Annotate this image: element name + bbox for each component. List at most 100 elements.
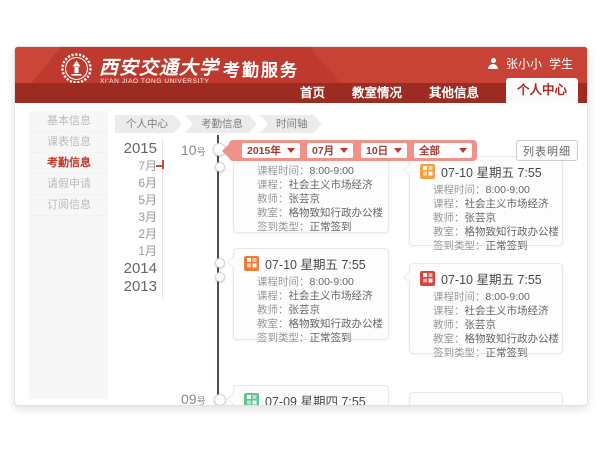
card-date: 07-10 星期五 7:55: [265, 254, 366, 273]
app-window: 西安交通大学 XI'AN JIAO TONG UNIVERSITY 考勤服务 张…: [14, 46, 588, 406]
card-row-value: 8:00-9:00: [310, 276, 354, 288]
card-row-label: 教室：: [257, 207, 289, 219]
breadcrumb: 个人中心考勤信息时间轴: [115, 115, 325, 133]
timeline-line: [217, 135, 219, 405]
card-row-value: 张芸京: [289, 193, 321, 205]
nav-item-个人中心[interactable]: 个人中心: [506, 78, 578, 103]
card-row: 课程：社会主义市场经济: [257, 178, 378, 192]
attendance-card: 课程时间：8:00-9:00课程：社会主义市场经济教师：张芸京教室：格物致知行政…: [233, 151, 389, 233]
card-row: 签到类型：正常签到: [433, 346, 552, 360]
breadcrumb-item-时间轴[interactable]: 时间轴: [260, 115, 322, 133]
card-row: 教师：张芸京: [257, 303, 378, 317]
sidebar-item-课表信息[interactable]: 课表信息: [29, 132, 108, 153]
breadcrumb-item-个人中心[interactable]: 个人中心: [115, 115, 182, 133]
card-row-value: 格物致知行政办公楼: [465, 226, 560, 238]
card-row: 签到类型：正常签到: [257, 220, 378, 234]
card-row-label: 课程时间：: [257, 276, 310, 288]
timeline-nav-7月[interactable]: 7月: [107, 158, 157, 175]
card-row: 教室：格物致知行政办公楼: [433, 332, 552, 346]
card-row: 教室：格物致知行政办公楼: [433, 225, 552, 239]
filter-bar: 2015年 07月 10日 全部: [229, 140, 477, 161]
card-row-label: 签到类型：: [433, 240, 486, 252]
card-row-value: 格物致知行政办公楼: [289, 207, 384, 219]
card-pointer: [404, 164, 411, 176]
nav-item-其他信息[interactable]: 其他信息: [429, 83, 479, 103]
sidebar-item-基本信息[interactable]: 基本信息: [29, 111, 108, 132]
main-nav: 首页教室情况其他信息个人中心: [15, 83, 587, 103]
card-row: 课程时间：8:00-9:00: [257, 275, 378, 289]
card-row-value: 张芸京: [289, 304, 321, 316]
card-row-label: 课程：: [257, 179, 289, 191]
card-rows: 课程时间：8:00-9:00课程：社会主义市场经济教师：张芸京教室：格物致知行政…: [420, 181, 552, 253]
status-red-icon: [420, 271, 435, 286]
card-row: 课程时间：8:00-9:00: [433, 183, 552, 197]
card-row: 教师：张芸京: [433, 318, 552, 332]
type-select[interactable]: 全部: [414, 143, 472, 158]
timeline-day-label-bottom: 09号: [181, 391, 206, 406]
timeline-node-icon: [215, 258, 225, 268]
timeline-nav-2013[interactable]: 2013: [107, 278, 157, 296]
card-pointer: [228, 256, 235, 268]
timeline-nav-1月[interactable]: 1月: [107, 243, 157, 260]
timeline-nav-3月[interactable]: 3月: [107, 209, 157, 226]
card-row-value: 8:00-9:00: [486, 184, 530, 196]
card-row-value: 正常签到: [486, 240, 528, 252]
sidebar-item-请假申请[interactable]: 请假申请: [29, 174, 108, 195]
card-row-value: 社会主义市场经济: [289, 290, 373, 302]
card-date: 07-10 星期五 7:55: [441, 162, 542, 181]
day-select[interactable]: 10日: [361, 143, 407, 158]
timeline-node-icon: [215, 272, 225, 282]
card-row-label: 教师：: [433, 319, 465, 331]
sidebar-item-订阅信息[interactable]: 订阅信息: [29, 195, 108, 216]
sidebar-item-考勤信息[interactable]: 考勤信息: [29, 153, 108, 174]
nav-item-首页[interactable]: 首页: [300, 83, 325, 103]
list-detail-button[interactable]: 列表明细: [516, 140, 578, 161]
breadcrumb-item-考勤信息[interactable]: 考勤信息: [185, 115, 257, 133]
user-info[interactable]: 张小小 学生: [488, 55, 573, 72]
card-row: 课程时间：8:00-9:00: [257, 164, 378, 178]
status-green-icon: [244, 393, 259, 407]
card-row-label: 教师：: [433, 212, 465, 224]
card-rows: 课程时间：8:00-9:00课程：社会主义市场经济教师：张芸京教室：格物致知行政…: [244, 273, 378, 345]
filter-bar-pointer: [222, 144, 229, 158]
timeline-nav-5月[interactable]: 5月: [107, 192, 157, 209]
card-row-label: 教室：: [433, 226, 465, 238]
page-background: { "header": { "university_cn": "西安交通大学",…: [0, 0, 600, 450]
card-row-value: 8:00-9:00: [486, 291, 530, 303]
timeline-nav-2月[interactable]: 2月: [107, 226, 157, 243]
attendance-card: [409, 392, 563, 406]
year-select[interactable]: 2015年: [242, 143, 300, 158]
card-date: 07-10 星期五 7:55: [441, 269, 542, 288]
card-row: 教室：格物致知行政办公楼: [257, 317, 378, 331]
card-date: 07-09 星期四 7:55: [265, 391, 366, 407]
card-row-value: 张芸京: [465, 319, 497, 331]
card-row-label: 签到类型：: [257, 332, 310, 344]
card-row: 签到类型：正常签到: [257, 331, 378, 345]
card-row-label: 课程：: [257, 290, 289, 302]
card-header: 07-10 星期五 7:55: [420, 161, 552, 181]
card-row-value: 社会主义市场经济: [465, 305, 549, 317]
card-row-label: 课程时间：: [257, 165, 310, 177]
timeline-nav-2015[interactable]: 2015: [107, 140, 157, 158]
current-month-marker: [162, 160, 164, 169]
card-row: 课程：社会主义市场经济: [433, 197, 552, 211]
timeline-nav-6月[interactable]: 6月: [107, 175, 157, 192]
timeline-node-icon: [214, 394, 226, 406]
nav-item-教室情况[interactable]: 教室情况: [352, 83, 402, 103]
sidebar: 基本信息课表信息考勤信息请假申请订阅信息: [29, 111, 108, 399]
card-row-value: 格物致知行政办公楼: [465, 333, 560, 345]
timeline-nav-2014[interactable]: 2014: [107, 260, 157, 278]
user-icon: [488, 58, 499, 69]
card-row-label: 签到类型：: [433, 347, 486, 359]
card-row-value: 格物致知行政办公楼: [289, 318, 384, 330]
card-row: 课程时间：8:00-9:00: [433, 290, 552, 304]
status-orange-icon: [244, 256, 259, 271]
month-select[interactable]: 07月: [307, 143, 353, 158]
app-title: 考勤服务: [223, 56, 299, 81]
card-header: 07-10 星期五 7:55: [244, 253, 378, 273]
timeline-year-nav: 20157月6月5月3月2月1月20142013: [107, 140, 157, 296]
caret-down-icon: [459, 148, 467, 153]
card-row-label: 教室：: [433, 333, 465, 345]
card-pointer: [228, 393, 235, 405]
card-pointer: [404, 271, 411, 283]
